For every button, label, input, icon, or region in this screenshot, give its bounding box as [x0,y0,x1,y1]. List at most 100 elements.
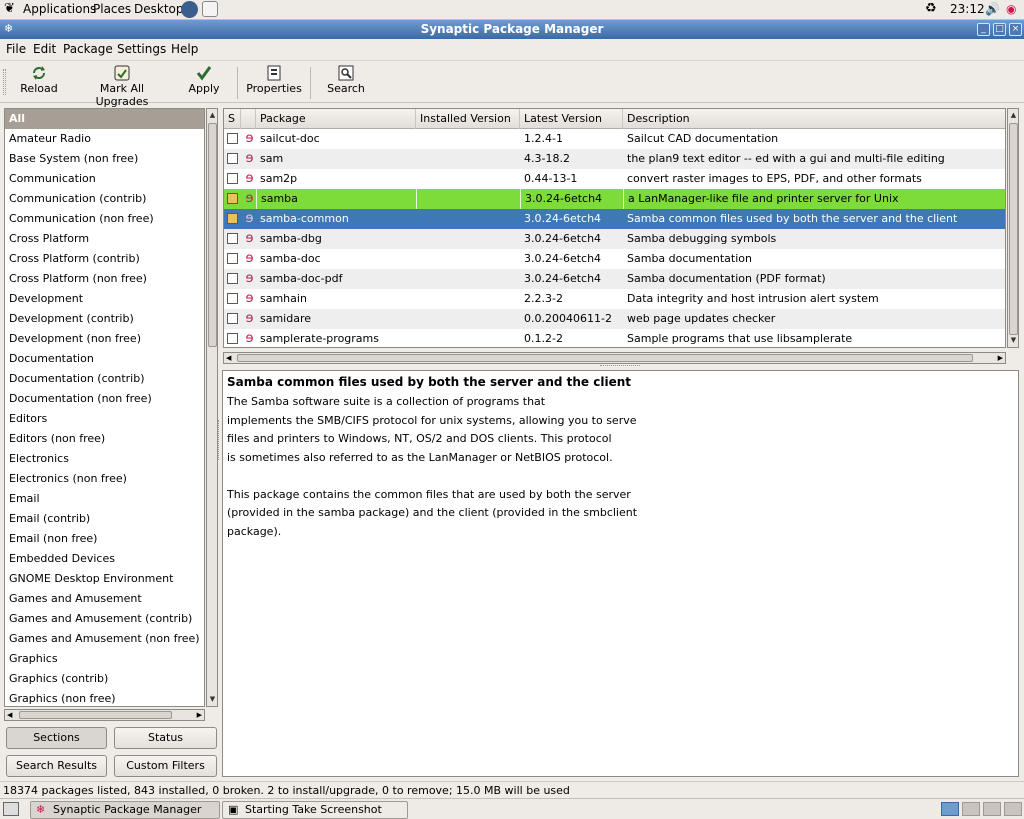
section-item[interactable]: Documentation (non free) [5,389,204,409]
status-checkbox[interactable] [227,153,238,164]
menu-package[interactable]: Package [63,42,113,56]
column-description[interactable]: Description [623,109,1005,129]
scroll-left-icon[interactable]: ◀ [226,353,231,363]
column-package[interactable]: Package [256,109,416,129]
workspace-4[interactable] [1004,802,1022,816]
task-synaptic[interactable]: ❄ Synaptic Package Manager [30,801,220,819]
debian-swirl-icon[interactable]: ◉ [1006,2,1016,16]
section-item[interactable]: Editors [5,409,204,429]
section-item[interactable]: Cross Platform (non free) [5,269,204,289]
section-item[interactable]: Embedded Devices [5,549,204,569]
table-row[interactable]: ɘ sam2p 0.44-13-1 convert raster images to … [224,169,1005,189]
column-support[interactable] [241,109,256,129]
section-item[interactable]: Electronics (non free) [5,469,204,489]
scrollbar-thumb[interactable] [1009,123,1018,335]
section-item[interactable]: Documentation [5,349,204,369]
marked-for-install-icon[interactable] [227,193,238,204]
table-row[interactable]: ɘ samba 3.0.24-6etch4 a LanManager-like fil… [224,189,1005,209]
section-item[interactable]: Communication [5,169,204,189]
web-browser-launcher-icon[interactable] [181,1,198,18]
close-icon[interactable]: × [1009,23,1022,36]
reload-button[interactable]: Reload [14,64,64,95]
table-row[interactable]: ɘ samba-common 3.0.24-6etch4 Samba common f… [224,209,1005,229]
section-item[interactable]: Cross Platform (contrib) [5,249,204,269]
section-item[interactable]: Email [5,489,204,509]
table-row[interactable]: ɘ samba-doc 3.0.24-6etch4 Samba documentati… [224,249,1005,269]
scroll-right-icon[interactable]: ▶ [998,353,1003,363]
menu-help[interactable]: Help [171,42,198,56]
scroll-right-icon[interactable]: ▶ [197,710,202,720]
table-row[interactable]: ɘ samidare 0.0.20040611-2 web page updates … [224,309,1005,329]
section-item[interactable]: GNOME Desktop Environment [5,569,204,589]
toolbar-grip[interactable] [3,69,6,95]
menu-settings[interactable]: Settings [117,42,166,56]
section-item[interactable]: Development (non free) [5,329,204,349]
section-item[interactable]: Communication (contrib) [5,189,204,209]
maximize-icon[interactable]: □ [993,23,1006,36]
places-menu[interactable]: Places [93,2,131,16]
apply-button[interactable]: Apply [184,64,224,95]
section-item[interactable]: Base System (non free) [5,149,204,169]
section-item[interactable]: Development [5,289,204,309]
table-row[interactable]: ɘ samba-doc-pdf 3.0.24-6etch4 Samba documen… [224,269,1005,289]
package-table-scrollbar[interactable]: ▲ ▼ [1007,108,1019,348]
status-checkbox[interactable] [227,293,238,304]
section-item[interactable]: Games and Amusement (non free) [5,629,204,649]
table-row[interactable]: ɘ samplerate-programs 0.1.2-2 Sample progra… [224,329,1005,347]
section-item[interactable]: Amateur Radio [5,129,204,149]
search-results-filter-button[interactable]: Search Results [6,755,107,777]
scrollbar-thumb[interactable] [208,123,217,347]
workspace-3[interactable] [983,802,1001,816]
menu-file[interactable]: File [6,42,26,56]
section-item[interactable]: Email (non free) [5,529,204,549]
section-list-scrollbar[interactable]: ▲ ▼ [206,108,218,707]
show-desktop-icon[interactable] [3,802,19,816]
table-row[interactable]: ɘ sailcut-doc 1.2.4-1 Sailcut CAD documenta… [224,129,1005,149]
hscrollbar-thumb[interactable] [19,711,172,719]
pane-splitter-vertical[interactable] [218,420,221,460]
sections-filter-button[interactable]: Sections [6,727,107,749]
status-checkbox[interactable] [227,273,238,284]
hscrollbar-thumb[interactable] [237,354,973,362]
section-item[interactable]: All [5,109,204,129]
marked-for-install-icon[interactable] [227,213,238,224]
volume-icon[interactable]: 🔊 [985,2,1000,16]
column-status[interactable]: S [224,109,241,129]
workspace-1[interactable] [941,802,959,816]
email-launcher-icon[interactable] [202,1,218,17]
status-checkbox[interactable] [227,173,238,184]
section-list-hscrollbar[interactable]: ◀ ▶ [4,709,205,721]
applications-menu[interactable]: Applications [23,2,96,16]
scroll-up-icon[interactable]: ▲ [208,111,217,120]
update-notifier-icon[interactable]: ♻ [925,1,937,16]
properties-button[interactable]: Properties [245,64,303,95]
section-item[interactable]: Graphics (non free) [5,689,204,706]
status-checkbox[interactable] [227,253,238,264]
task-screenshot[interactable]: ▣ Starting Take Screenshot [222,801,408,819]
clock[interactable]: 23:12 [950,2,985,16]
scroll-down-icon[interactable]: ▼ [208,695,217,704]
status-checkbox[interactable] [227,133,238,144]
section-item[interactable]: Communication (non free) [5,209,204,229]
window-title-bar[interactable]: ❄ Synaptic Package Manager _ □ × [0,20,1024,39]
scroll-down-icon[interactable]: ▼ [1009,336,1018,345]
workspace-2[interactable] [962,802,980,816]
section-item[interactable]: Documentation (contrib) [5,369,204,389]
status-filter-button[interactable]: Status [114,727,217,749]
table-row[interactable]: ɘ sam 4.3-18.2 the plan9 text editor -- ed … [224,149,1005,169]
section-item[interactable]: Graphics (contrib) [5,669,204,689]
status-checkbox[interactable] [227,233,238,244]
custom-filters-button[interactable]: Custom Filters [114,755,217,777]
minimize-icon[interactable]: _ [977,23,990,36]
package-table-hscrollbar[interactable]: ◀ ▶ [223,352,1006,364]
desktop-menu[interactable]: Desktop [134,2,184,16]
section-item[interactable]: Games and Amusement (contrib) [5,609,204,629]
column-latest-version[interactable]: Latest Version [520,109,623,129]
search-button[interactable]: Search [323,64,369,95]
table-row[interactable]: ɘ samhain 2.2.3-2 Data integrity and host i… [224,289,1005,309]
section-item[interactable]: Email (contrib) [5,509,204,529]
mark-all-upgrades-button[interactable]: Mark All Upgrades [72,64,172,108]
scroll-up-icon[interactable]: ▲ [1009,111,1018,120]
section-item[interactable]: Development (contrib) [5,309,204,329]
status-checkbox[interactable] [227,333,238,344]
